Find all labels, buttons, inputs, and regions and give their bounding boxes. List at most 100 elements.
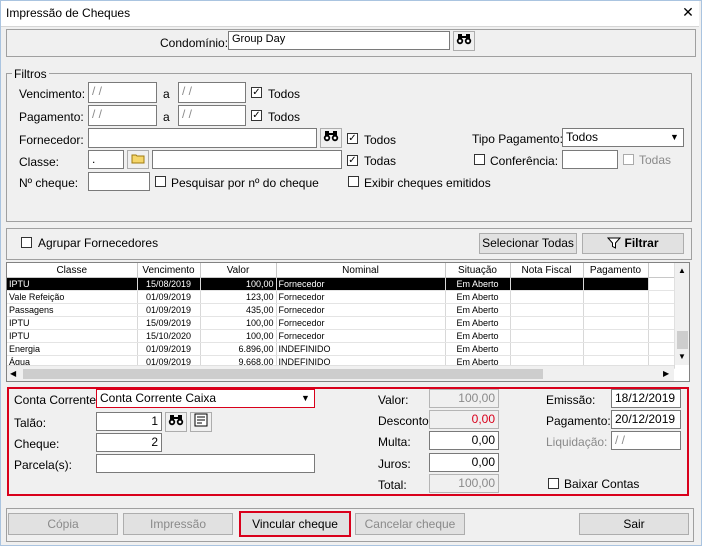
baixar-contas-checkbox[interactable]	[548, 478, 559, 489]
filtrar-label: Filtrar	[624, 236, 659, 250]
column-header-vencimento[interactable]: Vencimento	[137, 263, 201, 278]
total-label: Total:	[378, 478, 407, 492]
table-row[interactable]: IPTU 15/08/2019 100,00 Fornecedor Em Abe…	[7, 277, 675, 291]
grid-header: Classe Vencimento Valor Nominal Situação…	[7, 263, 675, 278]
classe-input[interactable]	[152, 150, 342, 169]
multa-input[interactable]: 0,00	[429, 431, 499, 450]
cheque-number-input[interactable]	[88, 172, 150, 191]
table-row[interactable]: IPTU 15/10/2020 100,00 Fornecedor Em Abe…	[7, 329, 675, 343]
condominio-input[interactable]: Group Day	[228, 31, 450, 50]
pagamento-todos-checkbox[interactable]: ✓	[251, 110, 262, 121]
cancelar-cheque-button[interactable]: Cancelar cheque	[355, 513, 465, 535]
pesquisar-label: Pesquisar por nº do cheque	[171, 176, 319, 190]
tipo-pagamento-select[interactable]: Todos ▼	[562, 128, 684, 147]
vencimento-todos-checkbox[interactable]: ✓	[251, 87, 262, 98]
cell-situacao: Em Aberto	[445, 329, 511, 343]
cell-vencimento: 15/08/2019	[137, 277, 201, 291]
horizontal-scroll-thumb[interactable]	[23, 369, 543, 379]
cell-pagamento	[583, 303, 649, 317]
copia-button[interactable]: Cópia	[8, 513, 118, 535]
desconto-input[interactable]: 0,00	[429, 410, 499, 429]
fornecedor-input[interactable]	[88, 128, 317, 148]
impressao-button[interactable]: Impressão	[123, 513, 233, 535]
column-header-nominal[interactable]: Nominal	[276, 263, 446, 278]
cell-vencimento: 15/10/2020	[137, 329, 201, 343]
cell-nota-fiscal	[510, 277, 584, 291]
talao-register-icon[interactable]	[190, 412, 212, 432]
cell-nominal: Fornecedor	[276, 329, 446, 343]
table-row[interactable]: IPTU 15/09/2019 100,00 Fornecedor Em Abe…	[7, 316, 675, 330]
chevron-down-icon[interactable]: ▼	[678, 352, 686, 361]
liquidacao-input[interactable]: / /	[611, 431, 681, 450]
cell-classe: Vale Refeição	[7, 290, 138, 304]
cell-nota-fiscal	[510, 342, 584, 356]
chevron-left-icon[interactable]: ◀	[10, 369, 16, 378]
cell-classe: Passagens	[7, 303, 138, 317]
horizontal-scrollbar[interactable]: ◀ ▶	[7, 365, 674, 381]
column-header-situacao[interactable]: Situação	[445, 263, 511, 278]
classe-todas-label: Todas	[364, 154, 397, 168]
column-header-pagamento[interactable]: Pagamento	[583, 263, 649, 278]
total-input[interactable]: 100,00	[429, 474, 499, 493]
column-header-valor[interactable]: Valor	[200, 263, 277, 278]
cheque-input[interactable]: 2	[96, 433, 162, 452]
vertical-scroll-thumb[interactable]	[677, 331, 688, 349]
folder-icon[interactable]	[127, 150, 149, 169]
column-header-classe[interactable]: Classe	[7, 263, 138, 278]
cheques-table: Classe Vencimento Valor Nominal Situação…	[7, 263, 675, 369]
pagamento-de-input[interactable]: / /	[88, 105, 157, 126]
desconto-label: Desconto:	[378, 414, 433, 428]
pesquisar-checkbox[interactable]	[155, 176, 166, 187]
table-row[interactable]: Vale Refeição 01/09/2019 123,00 Forneced…	[7, 290, 675, 304]
cell-filler	[648, 303, 675, 317]
cell-filler	[648, 316, 675, 330]
emissao-input[interactable]: 18/12/2019	[611, 389, 681, 408]
pagamento-a-label: a	[163, 110, 170, 124]
classe-code-input[interactable]: .	[88, 150, 124, 169]
pagamento-a-input[interactable]: / /	[178, 105, 246, 126]
vincular-cheque-button[interactable]: Vincular cheque	[239, 511, 351, 537]
parcela-input[interactable]	[96, 454, 315, 473]
tipo-pagamento-value: Todos	[566, 130, 599, 144]
valor-label: Valor:	[378, 393, 409, 407]
cell-situacao: Em Aberto	[445, 303, 511, 317]
conta-corrente-select[interactable]: Conta Corrente Caixa ▼	[96, 389, 315, 408]
conferencia-checkbox[interactable]	[474, 154, 485, 165]
sair-button[interactable]: Sair	[579, 513, 689, 535]
binoculars-icon[interactable]	[320, 128, 342, 148]
tipo-pagamento-label: Tipo Pagamento:	[472, 132, 563, 146]
selecionar-todas-button[interactable]: Selecionar Todas	[479, 233, 577, 254]
vencimento-de-input[interactable]: / /	[88, 82, 157, 103]
cell-situacao: Em Aberto	[445, 342, 511, 356]
binoculars-icon[interactable]	[453, 31, 475, 51]
chevron-right-icon[interactable]: ▶	[663, 369, 669, 378]
talao-input[interactable]: 1	[96, 412, 162, 431]
juros-input[interactable]: 0,00	[429, 453, 499, 472]
cell-classe: IPTU	[7, 316, 138, 330]
classe-todas-checkbox[interactable]: ✓	[347, 155, 358, 166]
table-row[interactable]: Passagens 01/09/2019 435,00 Fornecedor E…	[7, 303, 675, 317]
table-row[interactable]: Energia 01/09/2019 6.896,00 INDEFINIDO E…	[7, 342, 675, 356]
close-button[interactable]: ✕	[677, 1, 699, 23]
agrupar-checkbox[interactable]	[21, 237, 32, 248]
column-header-nota-fiscal[interactable]: Nota Fiscal	[510, 263, 584, 278]
cell-filler	[648, 342, 675, 356]
fornecedor-todos-checkbox[interactable]: ✓	[347, 133, 358, 144]
conferencia-todas-checkbox[interactable]	[623, 154, 634, 165]
cell-situacao: Em Aberto	[445, 277, 511, 291]
chevron-up-icon[interactable]: ▲	[678, 266, 686, 275]
conferencia-input[interactable]	[562, 150, 618, 169]
exibir-label: Exibir cheques emitidos	[364, 176, 491, 190]
exibir-checkbox[interactable]	[348, 176, 359, 187]
binoculars-icon[interactable]	[165, 412, 187, 432]
valor-input[interactable]: 100,00	[429, 389, 499, 408]
vertical-scrollbar[interactable]: ▲ ▼	[674, 263, 689, 365]
vencimento-a-input[interactable]: / /	[178, 82, 246, 103]
pagamento-label: Pagamento:	[19, 110, 84, 124]
vencimento-a-label: a	[163, 87, 170, 101]
pagamento-date-input[interactable]: 20/12/2019	[611, 410, 681, 429]
window-title: Impressão de Cheques	[6, 6, 131, 20]
filter-icon	[607, 237, 622, 249]
filtrar-button[interactable]: Filtrar	[582, 233, 684, 254]
agrupar-label: Agrupar Fornecedores	[38, 236, 159, 250]
